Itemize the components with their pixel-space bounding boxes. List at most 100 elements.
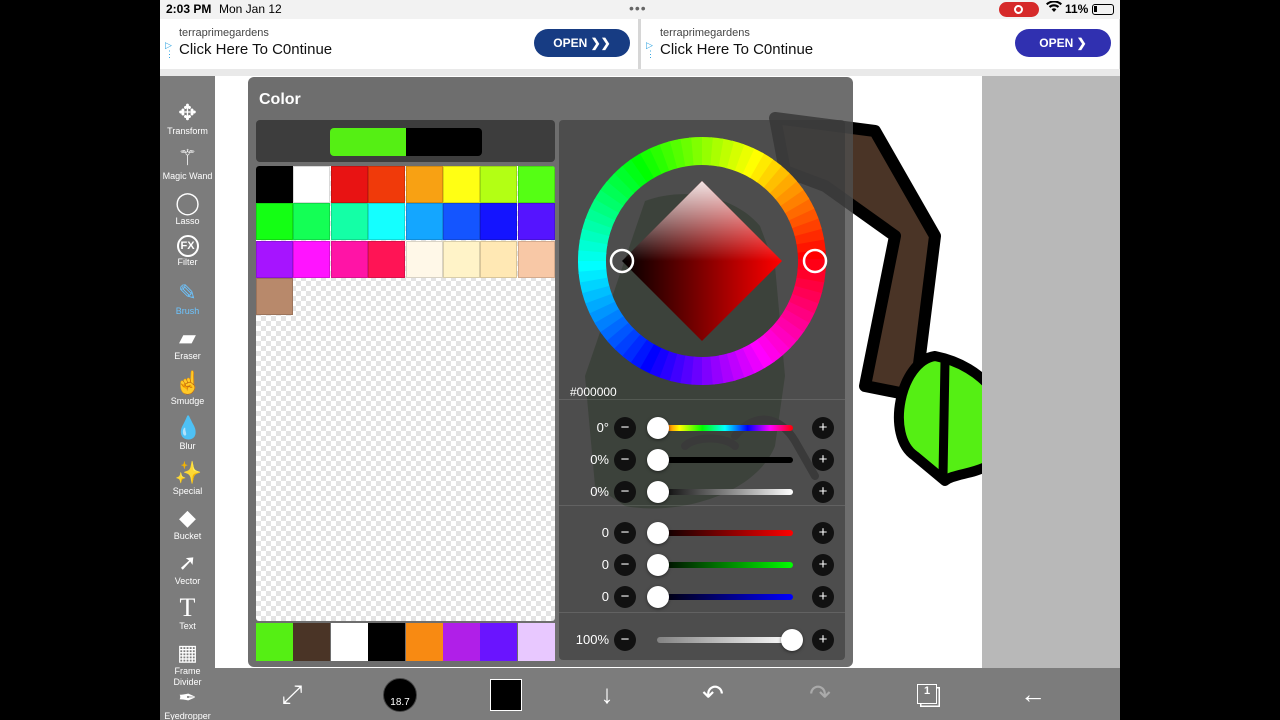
palette-swatch[interactable] [517, 240, 555, 278]
ad-title[interactable]: Click Here To C0ntinue [179, 41, 332, 58]
tool-eraser[interactable]: ▰ Eraser [160, 325, 215, 370]
red-slider-knob[interactable] [647, 522, 669, 544]
hue-plus-button[interactable]: + [812, 417, 834, 439]
tool-text[interactable]: T Text [160, 595, 215, 640]
brightness-plus-button[interactable]: + [812, 481, 834, 503]
opacity-minus-button[interactable]: − [614, 629, 636, 651]
ad-banner-left[interactable]: ▷ ⋮ terraprimegardens Click Here To C0nti… [160, 19, 638, 69]
saturation-slider-track[interactable] [657, 457, 793, 463]
tool-magic-wand[interactable]: ⚚ Magic Wand [160, 145, 215, 190]
green-value[interactable]: 0 [559, 557, 609, 572]
tool-bucket[interactable]: ◆ Bucket [160, 505, 215, 550]
history-swatch[interactable] [405, 623, 443, 661]
palette-swatch[interactable] [293, 166, 331, 203]
history-swatch[interactable] [480, 623, 518, 661]
red-minus-button[interactable]: − [614, 522, 636, 544]
green-plus-button[interactable]: + [812, 554, 834, 576]
blue-slider-track[interactable] [657, 594, 793, 600]
ad-choices-icon[interactable]: ▷ ⋮ [646, 41, 655, 59]
ad-banner-right[interactable]: ▷ ⋮ terraprimegardens Click Here To C0nti… [641, 19, 1119, 69]
green-minus-button[interactable]: − [614, 554, 636, 576]
palette-swatch[interactable] [405, 166, 443, 203]
saturation-minus-button[interactable]: − [614, 449, 636, 471]
opacity-plus-button[interactable]: + [812, 629, 834, 651]
ad-choices-icon[interactable]: ▷ ⋮ [165, 41, 174, 59]
brightness-slider-track[interactable] [657, 489, 793, 495]
current-color-button[interactable] [490, 679, 522, 711]
green-slider-track[interactable] [657, 562, 793, 568]
blue-minus-button[interactable]: − [614, 586, 636, 608]
palette-swatch[interactable] [443, 240, 480, 278]
ad-open-button[interactable]: OPEN ❯ [1015, 29, 1111, 57]
history-swatch[interactable] [517, 623, 555, 661]
history-swatch[interactable] [330, 623, 368, 661]
palette-swatch[interactable] [517, 203, 555, 241]
opacity-slider-knob[interactable] [781, 629, 803, 651]
palette-swatch[interactable] [405, 240, 443, 278]
palette-swatch[interactable] [368, 166, 406, 203]
saturation-slider-knob[interactable] [647, 449, 669, 471]
palette-swatch[interactable] [330, 240, 368, 278]
palette-swatch[interactable] [368, 203, 406, 241]
tool-eyedropper[interactable]: ✒ Eyedropper [160, 685, 215, 720]
brush-size-button[interactable]: 18.7 [383, 678, 417, 712]
palette-swatch[interactable] [480, 240, 518, 278]
blue-value[interactable]: 0 [559, 589, 609, 604]
hue-slider-knob[interactable] [647, 417, 669, 439]
palette-swatch[interactable] [443, 166, 480, 203]
brightness-value[interactable]: 0% [559, 484, 609, 499]
tool-smudge[interactable]: ☝ Smudge [160, 370, 215, 415]
tool-brush[interactable]: ✎ Brush [160, 280, 215, 325]
brightness-slider-knob[interactable] [647, 481, 669, 503]
down-arrow-icon[interactable]: ↓ [589, 676, 625, 712]
hue-value[interactable]: 0° [559, 420, 609, 435]
undo-icon[interactable]: ↶ [695, 676, 731, 712]
red-value[interactable]: 0 [559, 525, 609, 540]
opacity-value[interactable]: 100% [559, 632, 609, 647]
tool-vector[interactable]: ➚ Vector [160, 550, 215, 595]
secondary-color[interactable] [406, 128, 482, 156]
palette-swatch[interactable] [293, 203, 331, 241]
history-swatch[interactable] [293, 623, 331, 661]
ad-title[interactable]: Click Here To C0ntinue [660, 41, 813, 58]
palette-swatch[interactable] [480, 203, 518, 241]
palette-swatch[interactable] [256, 166, 293, 203]
history-swatch[interactable] [443, 623, 480, 661]
brush-stabilizer-icon[interactable]: ⤢ [274, 676, 310, 712]
tool-frame-divider[interactable]: ▦ Frame Divider [160, 640, 215, 687]
hex-value[interactable]: #000000 [570, 385, 617, 399]
hue-wheel[interactable] [559, 120, 845, 400]
palette-swatch[interactable] [330, 203, 368, 241]
tool-blur[interactable]: 💧 Blur [160, 415, 215, 460]
tool-transform[interactable]: ✥ Transform [160, 100, 215, 145]
palette-swatch[interactable] [480, 166, 518, 203]
green-slider-knob[interactable] [647, 554, 669, 576]
red-plus-button[interactable]: + [812, 522, 834, 544]
saturation-value[interactable]: 0% [559, 452, 609, 467]
opacity-slider-track[interactable] [657, 637, 793, 643]
palette-swatch[interactable] [330, 166, 368, 203]
layers-button[interactable]: 1 [908, 676, 944, 712]
hue-minus-button[interactable]: − [614, 417, 636, 439]
brightness-minus-button[interactable]: − [614, 481, 636, 503]
palette-swatch[interactable] [443, 203, 480, 241]
ad-open-button[interactable]: OPEN ❯❯ [534, 29, 630, 57]
palette-swatch[interactable] [256, 203, 293, 241]
palette-swatch[interactable] [368, 240, 406, 278]
hue-slider-track[interactable] [657, 425, 793, 431]
back-arrow-icon[interactable]: ← [1015, 676, 1051, 712]
blue-plus-button[interactable]: + [812, 586, 834, 608]
tool-lasso[interactable]: ◯ Lasso [160, 190, 215, 235]
palette-swatch[interactable] [256, 278, 293, 316]
red-slider-track[interactable] [657, 530, 793, 536]
history-swatch[interactable] [368, 623, 406, 661]
tool-special[interactable]: ✨ Special [160, 460, 215, 505]
saturation-plus-button[interactable]: + [812, 449, 834, 471]
palette-swatch[interactable] [256, 240, 293, 278]
palette-swatch[interactable] [405, 203, 443, 241]
palette-swatch[interactable] [293, 240, 331, 278]
palette-swatch[interactable] [517, 166, 555, 203]
primary-color[interactable] [330, 128, 406, 156]
blue-slider-knob[interactable] [647, 586, 669, 608]
history-swatch[interactable] [256, 623, 293, 661]
